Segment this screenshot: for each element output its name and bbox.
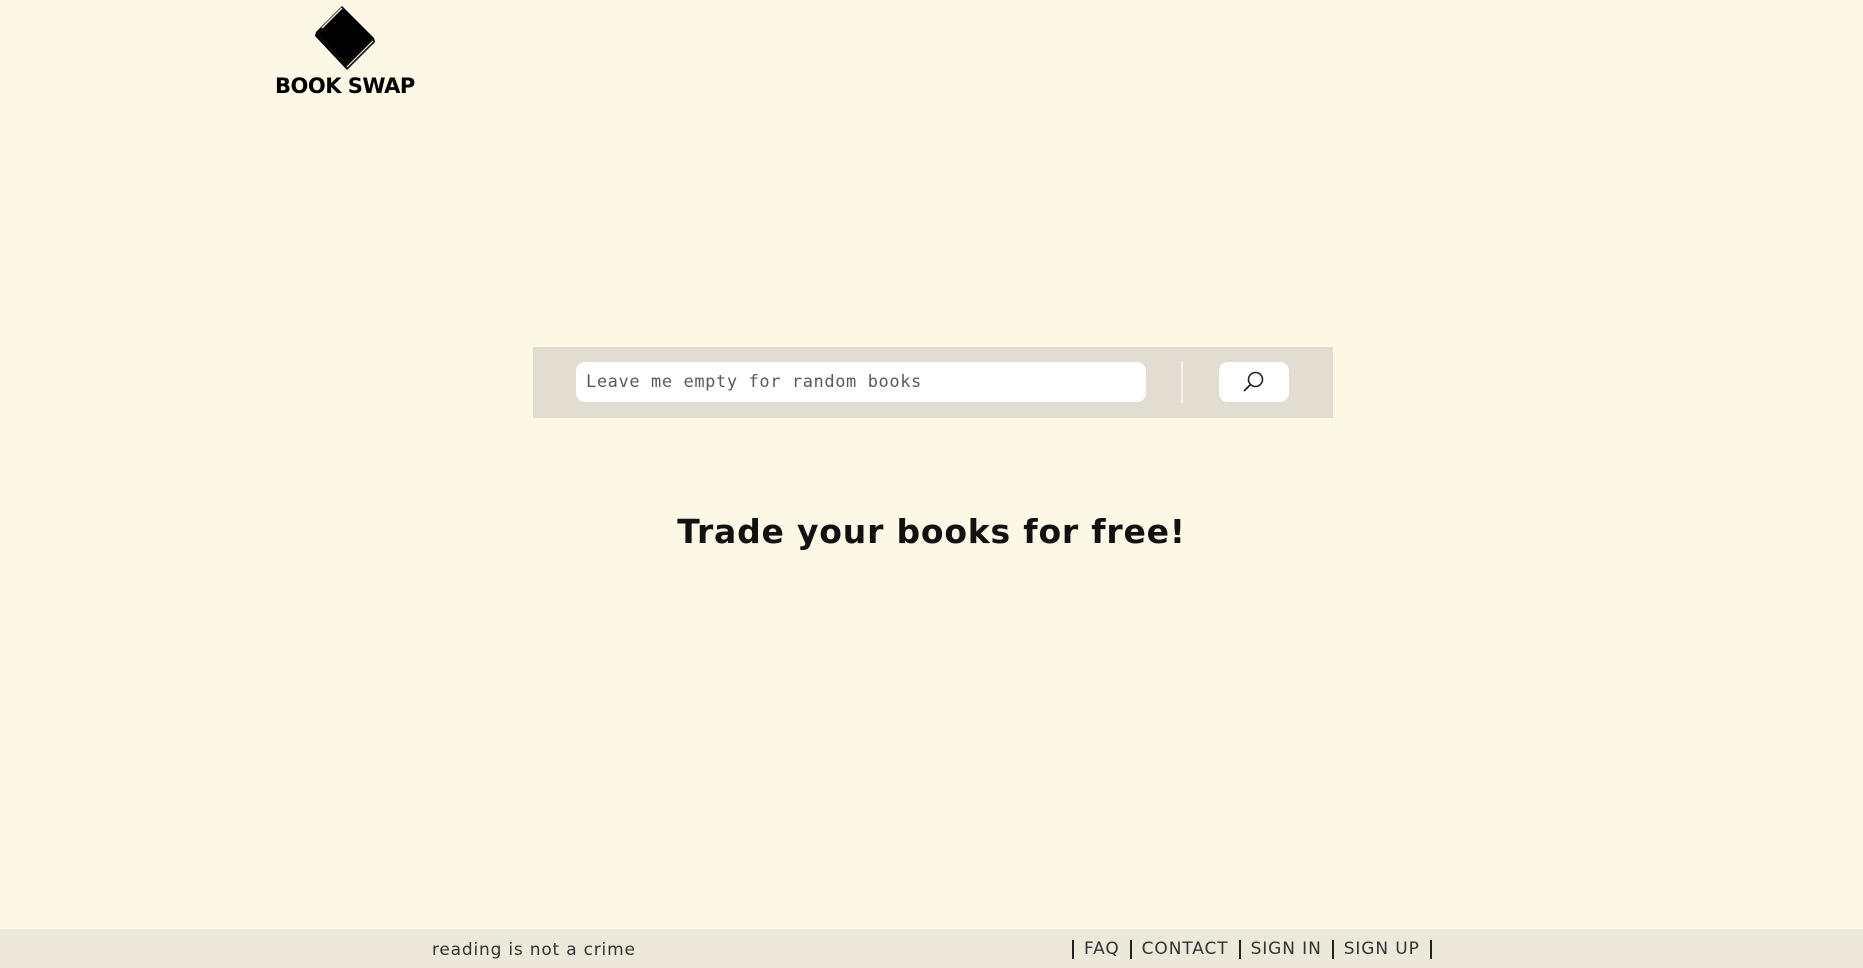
- footer-separator: [1129, 939, 1132, 959]
- footer: reading is not a crime FAQ CONTACT SIGN …: [0, 929, 1863, 968]
- footer-tagline: reading is not a crime: [432, 940, 636, 960]
- footer-separator: [1429, 939, 1432, 959]
- footer-link-contact[interactable]: CONTACT: [1142, 939, 1229, 959]
- footer-link-sign-in[interactable]: SIGN IN: [1251, 939, 1322, 959]
- footer-link-faq[interactable]: FAQ: [1084, 939, 1120, 959]
- footer-separator: [1072, 939, 1074, 959]
- footer-nav: FAQ CONTACT SIGN IN SIGN UP: [1072, 939, 1442, 959]
- brand-logo[interactable]: BOOK SWAP: [275, 6, 415, 102]
- book-icon: [315, 6, 375, 70]
- page-headline: Trade your books for free!: [677, 512, 1186, 551]
- search-input[interactable]: [576, 362, 1146, 402]
- footer-separator: [1331, 939, 1334, 959]
- search-bar: [533, 347, 1333, 418]
- brand-name: BOOK SWAP: [275, 74, 415, 98]
- footer-separator: [1238, 939, 1241, 959]
- footer-link-sign-up[interactable]: SIGN UP: [1344, 939, 1420, 959]
- search-divider: [1181, 361, 1183, 403]
- search-button[interactable]: [1219, 362, 1289, 402]
- search-icon: [1243, 371, 1264, 392]
